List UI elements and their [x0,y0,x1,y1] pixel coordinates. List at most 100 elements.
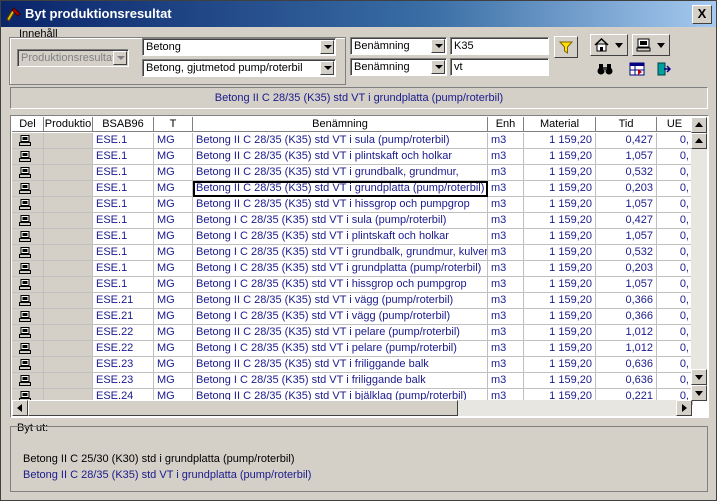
cell-produktion [44,213,93,229]
table-row[interactable]: ESE.22 MG Betong I C 28/35 (K35) std VT i … [12,341,693,357]
table-row[interactable]: ESE.1 MG Betong II C 28/35 (K35) std VT i … [12,165,693,181]
computer-icon[interactable] [19,215,31,226]
cell-material: 1 159,20 [524,229,596,245]
chevron-down-icon[interactable] [320,40,334,54]
exit-button[interactable] [651,58,675,80]
cell-benamning: Betong I C 28/35 (K35) std VT i vägg (pu… [193,309,488,325]
column-header-produktion[interactable]: Produktio [44,117,93,132]
cell-enh: m3 [488,261,524,277]
filter-button[interactable] [554,36,578,58]
computer-icon[interactable] [19,135,31,146]
category-value: Betong [146,41,181,53]
chevron-down-icon[interactable] [320,61,334,75]
column-header-enh[interactable]: Enh [488,117,524,132]
column-header-ue[interactable]: UE [657,117,693,132]
chevron-down-icon[interactable] [431,39,445,53]
chevron-down-icon[interactable] [431,60,445,74]
exit-icon [657,62,671,76]
table-row[interactable]: ESE.23 MG Betong II C 28/35 (K35) std VT i… [12,357,693,373]
column-header-material[interactable]: Material [524,117,596,132]
computer-icon[interactable] [19,311,31,322]
scroll-bottom-button[interactable] [691,385,707,401]
results-table[interactable]: Del Produktio BSAB96 T Benämning Enh Material T… [10,115,709,418]
cell-tid: 1,057 [596,229,657,245]
horizontal-scroll-thumb[interactable] [28,400,458,416]
cell-enh: m3 [488,133,524,149]
table-row[interactable]: ESE.21 MG Betong I C 28/35 (K35) std VT i … [12,309,693,325]
cell-enh: m3 [488,149,524,165]
scroll-right-button[interactable] [676,400,692,416]
computer-icon[interactable] [19,199,31,210]
cell-benamning: Betong II C 28/35 (K35) std VT i grundpl… [193,181,488,197]
table-row[interactable]: ESE.22 MG Betong II C 28/35 (K35) std VT i… [12,325,693,341]
cell-t: MG [154,197,193,213]
computer-icon[interactable] [19,359,31,370]
column-header-tid[interactable]: Tid [596,117,657,132]
computer-icon[interactable] [19,327,31,338]
table-row[interactable]: ESE.1 MG Betong II C 28/35 (K35) std VT i … [12,133,693,149]
column-header-bsab96[interactable]: BSAB96 [93,117,154,132]
table-row[interactable]: ESE.1 MG Betong I C 28/35 (K35) std VT i p… [12,229,693,245]
cell-bsab96: ESE.23 [93,373,154,389]
table-row[interactable]: ESE.1 MG Betong I C 28/35 (K35) std VT i s… [12,213,693,229]
computer-icon[interactable] [19,231,31,242]
method-select[interactable]: Betong, gjutmetod pump/roterbil [142,59,336,77]
cell-bsab96: ESE.1 [93,277,154,293]
computer-icon[interactable] [19,167,31,178]
close-button[interactable]: X [692,5,712,24]
cell-benamning: Betong I C 28/35 (K35) std VT i grundbal… [193,245,488,261]
search2-input[interactable]: vt [450,58,549,76]
computer-icon[interactable] [19,375,31,386]
table-button[interactable] [625,58,649,80]
computer-icon[interactable] [19,263,31,274]
table-row[interactable]: ESE.1 MG Betong I C 28/35 (K35) std VT i g… [12,261,693,277]
scroll-down-button[interactable] [691,369,707,385]
computer-icon[interactable] [19,279,31,290]
scroll-top-button[interactable] [691,117,707,133]
table-row[interactable]: ESE.1 MG Betong I C 28/35 (K35) std VT i h… [12,277,693,293]
scroll-up-button[interactable] [691,133,707,149]
cell-material: 1 159,20 [524,149,596,165]
computer-dropdown-button[interactable] [632,34,670,56]
cell-del [12,325,44,341]
computer-icon[interactable] [19,183,31,194]
selected-item-banner: Betong II C 28/35 (K35) std VT i grundpl… [10,87,708,109]
cell-benamning: Betong I C 28/35 (K35) std VT i pelare (… [193,341,488,357]
cell-ue: 0, [657,245,693,261]
cell-benamning: Betong II C 28/35 (K35) std VT i sula (p… [193,133,488,149]
computer-icon[interactable] [19,247,31,258]
column-header-t[interactable]: T [154,117,193,132]
category-select[interactable]: Betong [142,38,336,56]
home-dropdown-button[interactable] [590,34,628,56]
cell-t: MG [154,165,193,181]
search2-field-select[interactable]: Benämning [350,58,447,76]
vertical-scrollbar[interactable] [691,117,707,401]
table-row[interactable]: ESE.1 MG Betong II C 28/35 (K35) std VT i … [12,149,693,165]
table-row[interactable]: ESE.1 MG Betong II C 28/35 (K35) std VT i … [12,181,693,197]
table-row[interactable]: ESE.1 MG Betong I C 28/35 (K35) std VT i g… [12,245,693,261]
table-row[interactable]: ESE.1 MG Betong II C 28/35 (K35) std VT i … [12,197,693,213]
cell-bsab96: ESE.1 [93,181,154,197]
cell-del [12,309,44,325]
cell-ue: 0, [657,373,693,389]
scroll-left-button[interactable] [12,400,28,416]
replace-panel: Betong II C 25/30 (K30) std i grundplatt… [10,426,708,492]
find-button[interactable] [593,58,617,80]
search1-field-select[interactable]: Benämning [350,37,447,55]
computer-icon[interactable] [19,151,31,162]
horizontal-scrollbar[interactable] [12,400,692,416]
cell-tid: 0,366 [596,309,657,325]
column-header-benamning[interactable]: Benämning [193,117,488,132]
cell-material: 1 159,20 [524,261,596,277]
cell-produktion [44,277,93,293]
computer-icon[interactable] [19,343,31,354]
computer-icon[interactable] [19,295,31,306]
cell-t: MG [154,373,193,389]
table-row[interactable]: ESE.23 MG Betong I C 28/35 (K35) std VT i … [12,373,693,389]
cell-tid: 1,012 [596,325,657,341]
cell-benamning: Betong I C 28/35 (K35) std VT i friligga… [193,373,488,389]
cell-bsab96: ESE.23 [93,357,154,373]
table-row[interactable]: ESE.21 MG Betong II C 28/35 (K35) std VT i… [12,293,693,309]
column-header-del[interactable]: Del [12,117,44,132]
search1-input[interactable]: K35 [450,37,549,55]
